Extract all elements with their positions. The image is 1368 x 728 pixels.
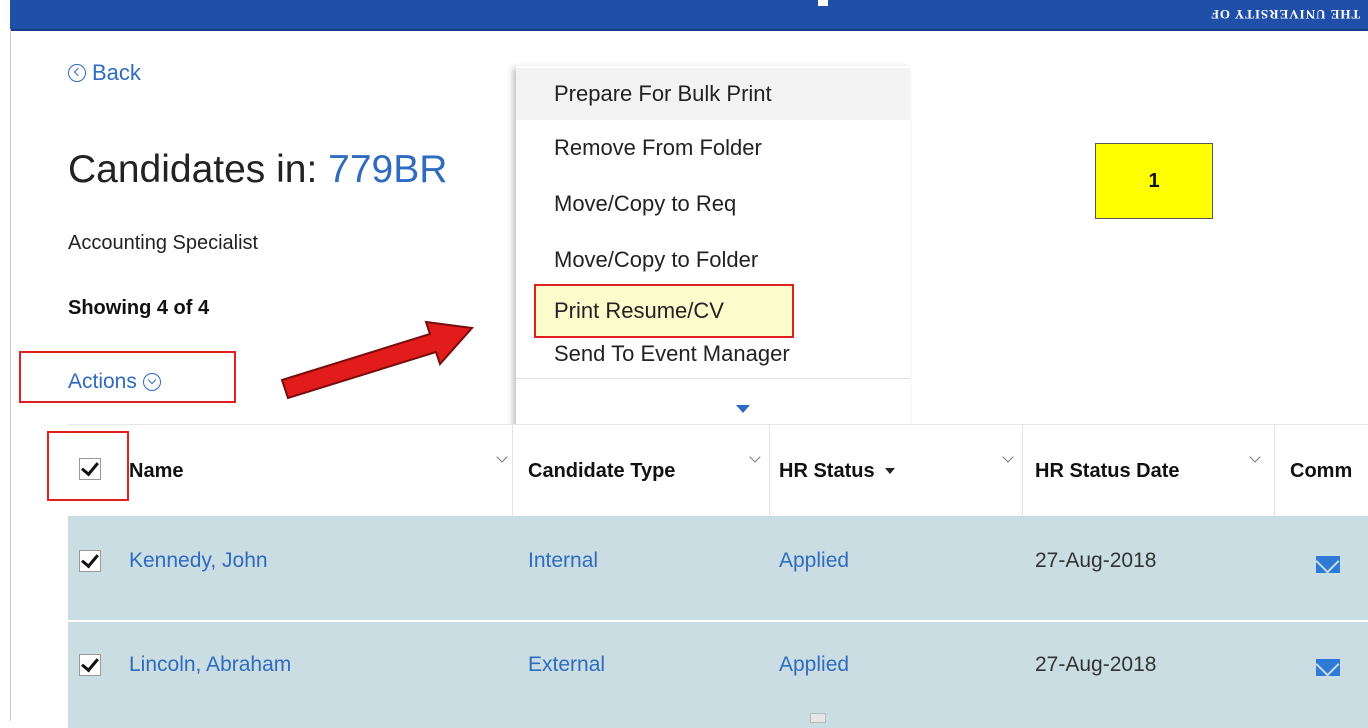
table-row[interactable]: Lincoln, Abraham External Applied 27-Aug… — [68, 622, 1368, 728]
menu-divider — [516, 378, 910, 379]
chevron-down-circle-icon — [142, 373, 161, 391]
back-circle-icon — [68, 64, 86, 82]
col-hr-status-date[interactable]: HR Status Date — [1035, 425, 1179, 517]
col-divider — [1274, 425, 1275, 517]
row-checkbox[interactable] — [79, 550, 101, 572]
row-checkbox[interactable] — [79, 654, 101, 676]
mail-icon[interactable] — [1316, 556, 1340, 573]
actions-label: Actions — [68, 370, 137, 393]
menu-item-prepare-bulk-print[interactable]: Prepare For Bulk Print — [516, 68, 910, 120]
menu-item-remove-from-folder[interactable]: Remove From Folder — [516, 122, 910, 174]
chevron-down-icon[interactable] — [749, 451, 761, 463]
sort-caret-icon — [884, 468, 895, 474]
back-link[interactable]: Back — [68, 60, 141, 86]
job-title: Accounting Specialist — [68, 232, 259, 254]
actions-button[interactable]: Actions — [68, 370, 161, 394]
actions-dropdown-menu: Prepare For Bulk Print Remove From Folde… — [516, 66, 910, 426]
chevron-down-icon[interactable] — [1249, 451, 1261, 463]
banner-marker — [818, 0, 828, 6]
req-id-link[interactable]: 779BR — [328, 148, 447, 191]
select-all-checkbox[interactable] — [79, 458, 101, 480]
title-prefix: Candidates in: — [68, 148, 329, 191]
hr-status-date: 27-Aug-2018 — [1035, 549, 1157, 572]
back-label: Back — [92, 60, 141, 85]
mail-icon[interactable] — [1316, 659, 1340, 676]
scroll-down-icon[interactable] — [736, 405, 750, 413]
col-divider — [1022, 425, 1023, 517]
col-candidate-type[interactable]: Candidate Type — [528, 425, 675, 517]
col-comm[interactable]: Comm — [1290, 425, 1352, 517]
table-row[interactable]: Kennedy, John Internal Applied 27-Aug-20… — [68, 516, 1368, 622]
hr-status[interactable]: Applied — [779, 653, 849, 677]
table-header: Name Candidate Type HR Status HR Status … — [68, 424, 1368, 517]
candidate-type[interactable]: External — [528, 653, 605, 677]
chevron-down-icon[interactable] — [1002, 451, 1014, 463]
col-hr-status[interactable]: HR Status — [779, 425, 895, 517]
col-hr-status-label: HR Status — [779, 459, 875, 482]
col-divider — [769, 425, 770, 517]
bottom-marker — [810, 713, 826, 723]
hr-status-date: 27-Aug-2018 — [1035, 653, 1157, 676]
col-divider — [512, 425, 513, 517]
banner-text: THE UNIVERSITY OF — [1209, 7, 1360, 22]
candidate-name-link[interactable]: Lincoln, Abraham — [129, 653, 291, 677]
candidate-name-link[interactable]: Kennedy, John — [129, 549, 268, 573]
step-callout: 1 — [1095, 143, 1213, 219]
left-border — [10, 29, 11, 721]
annotation-arrow-icon — [280, 320, 475, 400]
menu-item-print-resume[interactable]: Print Resume/CV — [516, 285, 792, 337]
candidate-type[interactable]: Internal — [528, 549, 598, 573]
chevron-down-icon[interactable] — [496, 451, 508, 463]
hr-status[interactable]: Applied — [779, 549, 849, 573]
result-count: Showing 4 of 4 — [68, 297, 210, 319]
menu-item-send-event-manager[interactable]: Send To Event Manager — [516, 336, 910, 376]
menu-item-move-copy-folder[interactable]: Move/Copy to Folder — [516, 234, 910, 286]
top-banner: THE UNIVERSITY OF — [10, 0, 1368, 31]
page-title: Candidates in: 779BR — [68, 148, 447, 192]
col-name[interactable]: Name — [129, 425, 183, 517]
menu-item-move-copy-req[interactable]: Move/Copy to Req — [516, 178, 910, 230]
